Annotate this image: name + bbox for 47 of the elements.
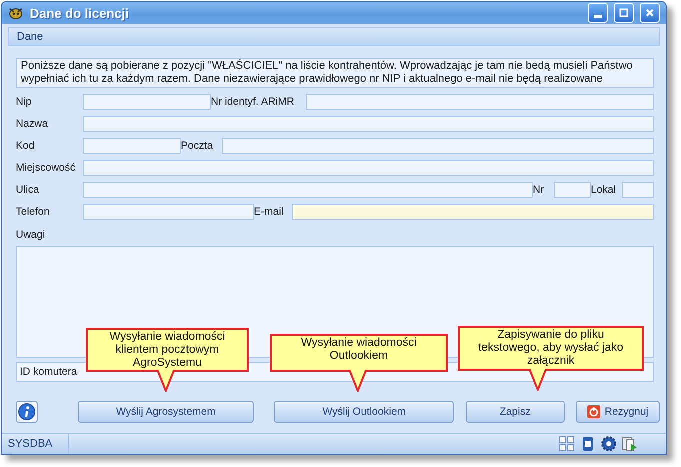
input-field[interactable] xyxy=(83,182,533,198)
app-icon xyxy=(8,6,24,20)
action-button[interactable]: Wyślij Outlookiem xyxy=(274,401,454,424)
field-label: Nip xyxy=(16,96,33,108)
field-label: Miejscowość xyxy=(16,162,77,174)
field-label: Kod xyxy=(16,140,36,152)
field-label: ID komutera xyxy=(20,366,78,378)
settings-icon[interactable] xyxy=(601,436,617,452)
field-label: Lokal xyxy=(591,184,618,196)
input-field[interactable] xyxy=(222,138,654,154)
input-field[interactable] xyxy=(83,160,654,176)
field-label: Ulica xyxy=(16,184,40,196)
input-field[interactable] xyxy=(554,182,591,198)
maximize-button[interactable] xyxy=(614,3,634,24)
user-label: SYSDBA xyxy=(2,434,69,454)
action-button[interactable]: Wyślij Agrosystemem xyxy=(78,401,254,424)
action-button[interactable]: Zapisz xyxy=(466,401,564,424)
minimize-button[interactable] xyxy=(588,3,608,24)
close-button[interactable] xyxy=(640,3,660,24)
maximize-icon xyxy=(619,8,629,18)
input-field[interactable] xyxy=(83,116,654,132)
input-field[interactable] xyxy=(83,94,211,110)
field-label: Poczta xyxy=(181,140,214,152)
input-field[interactable] xyxy=(292,204,654,220)
field-label: Nazwa xyxy=(16,118,50,130)
input-field[interactable] xyxy=(306,94,654,110)
input-field[interactable] xyxy=(83,138,181,154)
field-label: Uwagi xyxy=(16,229,46,244)
close-icon xyxy=(645,8,655,18)
minimize-icon xyxy=(594,14,602,18)
info-button[interactable] xyxy=(16,401,38,424)
field-label: Telefon xyxy=(16,206,51,218)
section-header: Dane xyxy=(8,27,660,46)
input-field[interactable] xyxy=(83,204,254,220)
callout: Wysyłanie wiadomości Outlookiem xyxy=(270,334,448,392)
info-text: Poniższe dane są pobierane z pozycji "WŁAŚCICIEL" na liście kontrahentów. Wprowadzając je tam nie bedą musieli Państwo wypełniać ich tu za każdym razem. Dane niezawierające prawidłowego nr NIP i aktualnego e-mail nie będą realizowane xyxy=(16,58,654,88)
power-icon xyxy=(586,405,601,420)
field-label: E-mail xyxy=(254,206,285,218)
callout: Wysyłanie wiadomości klientem pocztowym AgroSystemu xyxy=(86,328,249,392)
field-label: Nr xyxy=(533,184,546,196)
callout: Zapisywanie do pliku tekstowego, aby wysłać jako załącznik xyxy=(458,326,644,391)
grid-icon[interactable] xyxy=(559,436,575,452)
cancel-button[interactable]: Rezygnuj xyxy=(576,401,660,424)
export-icon[interactable] xyxy=(622,436,638,452)
field-label: Nr identyf. ARiMR xyxy=(211,96,296,108)
window-title: Dane do licencji xyxy=(30,6,130,21)
input-field[interactable] xyxy=(622,182,654,198)
